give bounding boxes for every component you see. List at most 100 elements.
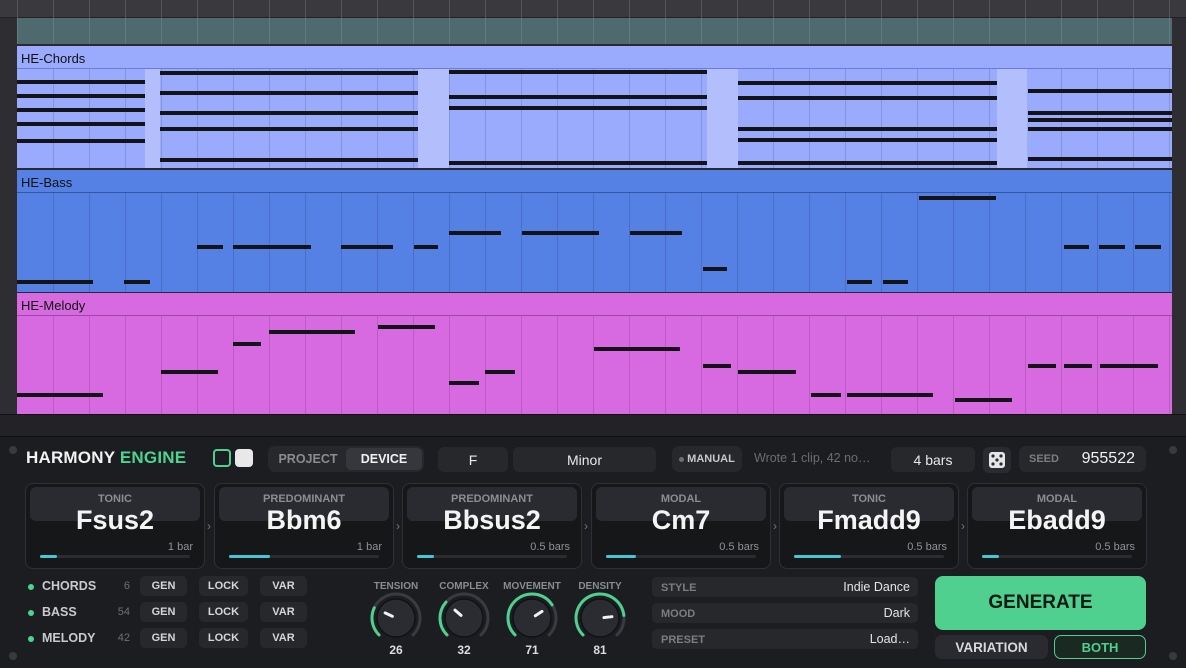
midi-note[interactable]	[17, 280, 93, 284]
knob-complex[interactable]: COMPLEX 32	[432, 581, 496, 661]
melody-clip-area[interactable]	[17, 316, 1172, 414]
midi-note[interactable]	[883, 280, 908, 284]
midi-note[interactable]	[1028, 364, 1056, 368]
knob-tension[interactable]: TENSION 26	[364, 581, 428, 661]
midi-note[interactable]	[414, 245, 438, 249]
midi-note[interactable]	[1100, 364, 1158, 368]
seed-field[interactable]: SEED 955522	[1019, 446, 1146, 472]
chord-card[interactable]: TONIC Fmadd9 0.5 bars	[779, 483, 959, 569]
midi-note[interactable]	[161, 370, 218, 374]
midi-note[interactable]	[1028, 118, 1172, 122]
knob-movement[interactable]: MOVEMENT 71	[500, 581, 564, 661]
both-button[interactable]: BOTH	[1054, 635, 1146, 659]
midi-note[interactable]	[738, 138, 997, 142]
midi-note[interactable]	[160, 158, 418, 162]
midi-note[interactable]	[160, 111, 418, 115]
tab-device[interactable]: DEVICE	[346, 448, 422, 470]
lock-button[interactable]: LOCK	[199, 628, 248, 648]
midi-note[interactable]	[847, 280, 872, 284]
track-he-bass[interactable]: HE-Bass	[17, 170, 1172, 292]
knob-dial-icon[interactable]	[370, 592, 422, 644]
toggle-outline-icon[interactable]	[213, 449, 231, 467]
track-he-melody[interactable]: HE-Melody	[17, 293, 1172, 414]
variation-button[interactable]: VARIATION	[935, 635, 1048, 659]
midi-note[interactable]	[522, 231, 599, 235]
loop-region[interactable]	[17, 18, 1172, 44]
midi-note[interactable]	[1028, 111, 1172, 115]
midi-note[interactable]	[1135, 245, 1161, 249]
midi-note[interactable]	[1064, 364, 1092, 368]
midi-note[interactable]	[17, 108, 145, 112]
midi-note[interactable]	[160, 71, 418, 75]
chord-card[interactable]: TONIC Fsus2 1 bar	[25, 483, 205, 569]
midi-note[interactable]	[847, 393, 933, 397]
midi-note[interactable]	[1028, 89, 1172, 93]
midi-note[interactable]	[160, 127, 418, 131]
midi-note[interactable]	[1028, 157, 1172, 161]
midi-note[interactable]	[594, 347, 680, 351]
midi-note[interactable]	[1028, 127, 1172, 131]
tab-project[interactable]: PROJECT	[270, 448, 346, 470]
scale-select[interactable]: Minor	[513, 447, 656, 472]
midi-note[interactable]	[738, 161, 997, 165]
chord-card[interactable]: MODAL Ebadd9 0.5 bars	[967, 483, 1147, 569]
midi-note[interactable]	[1064, 245, 1089, 249]
midi-note[interactable]	[738, 127, 997, 131]
midi-note[interactable]	[17, 94, 145, 98]
chord-card[interactable]: PREDOMINANT Bbsus2 0.5 bars	[402, 483, 582, 569]
bass-clip-area[interactable]	[17, 193, 1172, 292]
key-select[interactable]: F	[438, 447, 508, 472]
var-button[interactable]: VAR	[260, 602, 307, 622]
preset-select[interactable]: PRESET Load…	[652, 629, 918, 649]
midi-note[interactable]	[738, 370, 796, 374]
midi-note[interactable]	[233, 342, 261, 346]
style-select[interactable]: STYLE Indie Dance	[652, 577, 918, 597]
midi-note[interactable]	[17, 80, 145, 84]
gen-button[interactable]: GEN	[140, 628, 187, 648]
midi-note[interactable]	[233, 245, 311, 249]
var-button[interactable]: VAR	[260, 628, 307, 648]
midi-note[interactable]	[485, 370, 515, 374]
lock-button[interactable]: LOCK	[199, 576, 248, 596]
midi-note[interactable]	[449, 95, 707, 99]
knob-dial-icon[interactable]	[506, 592, 558, 644]
midi-note[interactable]	[449, 381, 479, 385]
midi-note[interactable]	[17, 393, 103, 397]
gen-button[interactable]: GEN	[140, 602, 187, 622]
knob-dial-icon[interactable]	[438, 592, 490, 644]
midi-note[interactable]	[160, 91, 418, 95]
timeline-ruler[interactable]	[0, 0, 1186, 18]
midi-note[interactable]	[703, 267, 727, 271]
gen-button[interactable]: GEN	[140, 576, 187, 596]
toggle-filled-icon[interactable]	[235, 449, 253, 467]
chord-card[interactable]: MODAL Cm7 0.5 bars	[591, 483, 771, 569]
midi-note[interactable]	[17, 122, 145, 126]
midi-note[interactable]	[17, 139, 145, 143]
var-button[interactable]: VAR	[260, 576, 307, 596]
lock-button[interactable]: LOCK	[199, 602, 248, 622]
midi-note[interactable]	[1099, 245, 1125, 249]
chord-card[interactable]: PREDOMINANT Bbm6 1 bar	[214, 483, 394, 569]
midi-note[interactable]	[269, 330, 355, 334]
midi-note[interactable]	[449, 106, 707, 110]
midi-note[interactable]	[703, 364, 731, 368]
chords-clip-area[interactable]	[17, 69, 1172, 168]
track-he-chords[interactable]: HE-Chords	[17, 46, 1172, 168]
length-select[interactable]: 4 bars	[891, 447, 975, 472]
generate-button[interactable]: GENERATE	[935, 576, 1146, 630]
midi-note[interactable]	[378, 325, 435, 329]
midi-note[interactable]	[919, 196, 996, 200]
midi-note[interactable]	[811, 393, 841, 397]
midi-note[interactable]	[197, 245, 223, 249]
midi-note[interactable]	[738, 81, 997, 85]
dice-icon[interactable]	[983, 447, 1011, 473]
midi-note[interactable]	[955, 398, 1012, 402]
mood-select[interactable]: MOOD Dark	[652, 603, 918, 623]
knob-dial-icon[interactable]	[574, 592, 626, 644]
midi-note[interactable]	[449, 231, 501, 235]
midi-note[interactable]	[449, 70, 707, 74]
midi-note[interactable]	[738, 96, 997, 100]
knob-density[interactable]: DENSITY 81	[568, 581, 632, 661]
midi-note[interactable]	[630, 231, 682, 235]
midi-note[interactable]	[124, 280, 150, 284]
